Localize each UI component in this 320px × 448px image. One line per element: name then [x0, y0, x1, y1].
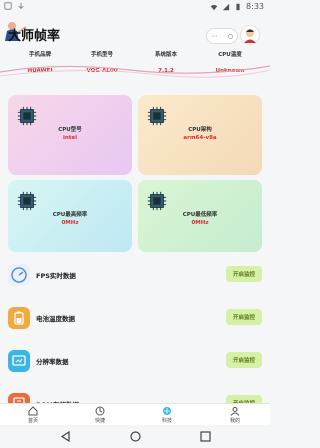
tab-label: 快捷 — [94, 418, 105, 424]
cpu-arch-card: CPU架构 arm64-v8a — [138, 95, 262, 175]
tab-profile[interactable]: 我的 — [215, 406, 255, 424]
start-monitor-button[interactable]: 开启监控 — [226, 352, 262, 368]
avatar[interactable] — [240, 25, 260, 45]
tab-home[interactable]: 首页 — [13, 406, 53, 424]
decorative-wave — [0, 65, 270, 78]
info-label: 手机型号 — [90, 52, 113, 58]
card-label: CPU架构 — [188, 127, 212, 133]
cpu-chip-icon — [147, 191, 167, 211]
cpu-chip-icon — [147, 106, 167, 126]
feature-row-battery: 电池温度数据 开启监控 — [0, 301, 270, 337]
info-label: CPU温度 — [218, 52, 242, 58]
fps-icon — [8, 264, 30, 286]
tab-label: 首页 — [27, 418, 38, 424]
start-monitor-button[interactable]: 开启监控 — [226, 266, 262, 282]
card-label: CPU最高频率 — [52, 212, 88, 218]
shortcut-icon — [95, 406, 105, 416]
card-value: 0MHz — [191, 220, 209, 226]
feature-row-resolution: 分辨率数据 开启监控 — [0, 344, 270, 380]
resolution-icon — [8, 350, 30, 372]
info-label: 手机品牌 — [28, 52, 51, 58]
cpu-chip-icon — [17, 106, 37, 126]
cpu-chip-icon — [17, 191, 37, 211]
tab-shortcut[interactable]: 快捷 — [80, 406, 120, 424]
card-label: CPU最低频率 — [182, 212, 218, 218]
download-icon — [18, 2, 24, 9]
feature-label: 分辨率数据 — [36, 358, 69, 366]
recents-icon[interactable] — [200, 431, 211, 442]
system-navigation-bar — [0, 425, 270, 448]
profile-icon — [230, 407, 240, 416]
status-bar: 8:33 — [0, 0, 270, 14]
tab-label: 我的 — [229, 418, 240, 424]
cpu-model-card: CPU型号 intel — [8, 95, 132, 175]
status-time: 8:33 — [246, 2, 264, 11]
more-icon[interactable]: ⋯ — [211, 33, 217, 40]
feature-row-fps: FPS实时数据 开启监控 — [0, 258, 270, 294]
avatar-icon — [244, 29, 256, 43]
tech-icon — [163, 407, 171, 415]
card-value: arm64-v8a — [183, 135, 217, 141]
card-label: CPU型号 — [58, 127, 82, 133]
home-nav-icon[interactable] — [130, 431, 141, 442]
signal-icon — [222, 3, 230, 10]
bottom-tab-bar: 首页 快捷 科技 我的 — [0, 403, 270, 425]
app-header: 大师帧率 ⋯ ○ — [0, 14, 270, 50]
app-title: 大师帧率 — [8, 29, 61, 44]
back-icon[interactable] — [60, 431, 71, 442]
battery-status-icon — [236, 3, 240, 10]
tab-label: 科技 — [161, 418, 172, 424]
tab-tech[interactable]: 科技 — [147, 406, 187, 424]
sim-icon — [4, 2, 12, 10]
card-value: intel — [62, 135, 78, 141]
close-icon[interactable]: ○ — [228, 33, 233, 40]
feature-label: 电池温度数据 — [36, 315, 75, 323]
cpu-max-freq-card: CPU最高频率 0MHz — [8, 180, 132, 252]
feature-label: FPS实时数据 — [36, 272, 76, 280]
start-monitor-button[interactable]: 开启监控 — [226, 309, 262, 325]
wifi-icon — [210, 4, 218, 10]
cpu-min-freq-card: CPU最低频率 0MHz — [138, 180, 262, 252]
home-icon — [28, 406, 38, 416]
info-label: 系统版本 — [154, 52, 177, 58]
battery-icon — [8, 307, 30, 329]
card-value: 0MHz — [61, 220, 79, 226]
menu-capsule[interactable]: ⋯ ○ — [206, 28, 238, 44]
